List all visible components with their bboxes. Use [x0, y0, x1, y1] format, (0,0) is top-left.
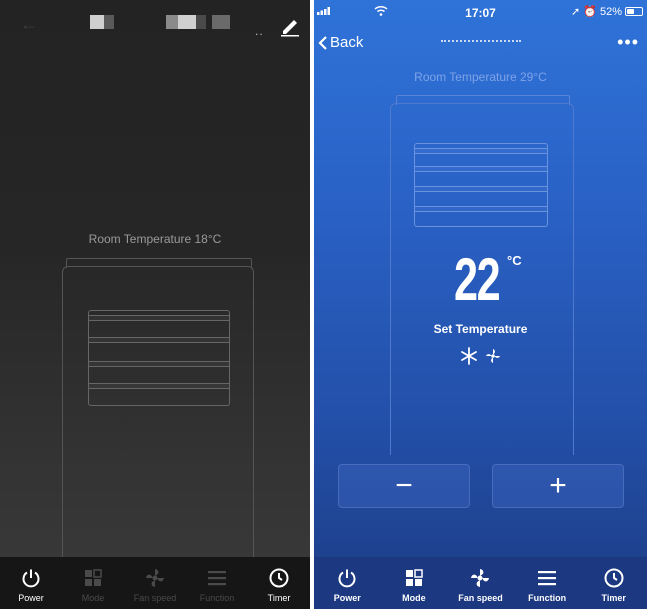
power-button[interactable]: Power: [0, 557, 62, 609]
right-screen-powered-on: 17:07 ➚ ⏰ 52% Back ••• Room Temperature …: [314, 0, 647, 609]
ellipsis: ..: [255, 24, 264, 38]
increase-temperature-button[interactable]: +: [492, 464, 624, 508]
room-temperature: Room Temperature 18°C: [88, 232, 222, 246]
timer-button[interactable]: Timer: [248, 557, 310, 609]
mode-label: Mode: [402, 593, 426, 603]
power-label: Power: [18, 593, 44, 603]
bottom-toolbar: Power Mode Fan speed Function Timer: [0, 557, 310, 609]
function-button[interactable]: Function: [514, 557, 581, 609]
function-label: Function: [199, 593, 235, 603]
timer-icon: [269, 568, 289, 588]
timer-label: Timer: [601, 593, 626, 603]
fan-speed-label: Fan speed: [458, 593, 503, 603]
snowflake-icon: [461, 347, 477, 365]
left-header: ← ..: [0, 0, 310, 48]
function-label: Function: [528, 593, 567, 603]
nav-bar: Back •••: [314, 30, 647, 60]
timer-button[interactable]: Timer: [580, 557, 647, 609]
status-bar: 17:07 ➚ ⏰ 52%: [314, 0, 647, 22]
minus-label: −: [395, 469, 413, 502]
function-icon: [538, 571, 557, 586]
ac-vent: [414, 143, 548, 227]
mode-button[interactable]: Mode: [381, 557, 448, 609]
power-icon: [338, 569, 356, 588]
set-temperature-value: 22: [454, 246, 501, 313]
decrease-temperature-button[interactable]: −: [338, 464, 470, 508]
more-button[interactable]: •••: [617, 32, 639, 53]
fan-speed-button[interactable]: Fan speed: [124, 557, 186, 609]
room-temperature: Room Temperature 29°C: [414, 70, 547, 84]
fan-speed-button[interactable]: Fan speed: [447, 557, 514, 609]
power-icon: [22, 569, 40, 588]
blurred-device-name: [90, 15, 230, 29]
back-icon[interactable]: ←: [20, 14, 38, 35]
function-button[interactable]: Function: [186, 557, 248, 609]
left-screen-powered-off: ← .. Room Temperature 18°C Power Mode Fa…: [0, 0, 310, 609]
edit-icon[interactable]: [279, 15, 301, 37]
mode-label: Mode: [81, 593, 105, 603]
alarm-icon: ⏰: [583, 6, 597, 18]
mode-button[interactable]: Mode: [62, 557, 124, 609]
fan-speed-label: Fan speed: [133, 593, 177, 603]
location-icon: ➚: [571, 6, 581, 18]
battery-percent: 52%: [599, 5, 622, 18]
battery-icon: [625, 7, 643, 16]
mode-icon: [405, 569, 423, 586]
power-label: Power: [333, 593, 361, 603]
function-icon: [208, 571, 226, 586]
status-right: ➚ ⏰ 52%: [571, 5, 643, 18]
timer-label: Timer: [267, 593, 291, 603]
device-name: [314, 37, 647, 47]
power-button[interactable]: Power: [314, 557, 381, 609]
plus-label: +: [549, 469, 567, 502]
bottom-toolbar: Power Mode Fan speed Function Timer: [314, 557, 647, 609]
mode-indicators: [460, 347, 502, 365]
temperature-unit: °C: [507, 253, 522, 268]
timer-icon: [604, 568, 624, 588]
fan-icon: [486, 349, 500, 363]
ac-vent: [88, 310, 230, 406]
fan-speed-icon: [146, 569, 164, 587]
mode-icon: [85, 569, 102, 586]
set-temperature-label: Set Temperature: [433, 322, 528, 336]
fan-speed-icon: [471, 569, 490, 587]
